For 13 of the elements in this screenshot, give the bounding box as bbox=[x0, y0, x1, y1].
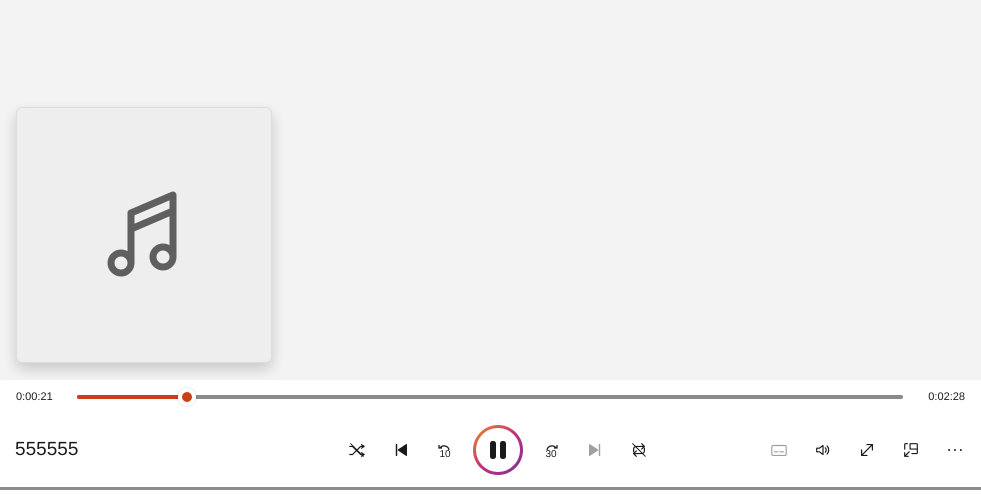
more-icon bbox=[948, 448, 962, 452]
expand-icon bbox=[858, 441, 876, 459]
skip-back-button[interactable]: 10 bbox=[423, 430, 467, 470]
mini-player-icon bbox=[902, 441, 920, 459]
elapsed-time: 0:00:21 bbox=[16, 390, 54, 405]
shuffle-icon bbox=[348, 441, 366, 459]
pause-button[interactable] bbox=[473, 425, 523, 475]
repeat-icon bbox=[630, 441, 648, 459]
skip-forward-button[interactable]: 30 bbox=[529, 430, 573, 470]
seek-slider[interactable] bbox=[77, 387, 903, 407]
total-duration: 0:02:28 bbox=[927, 390, 965, 405]
pause-icon bbox=[488, 440, 508, 460]
track-title: 555555 bbox=[15, 438, 80, 462]
